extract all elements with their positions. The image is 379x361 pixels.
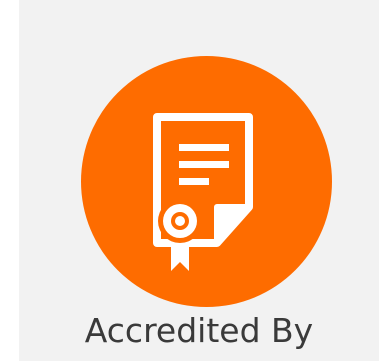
certificate-icon bbox=[153, 113, 253, 271]
accredited-by-label: Accredited By bbox=[84, 311, 314, 350]
accreditation-badge bbox=[81, 56, 332, 307]
